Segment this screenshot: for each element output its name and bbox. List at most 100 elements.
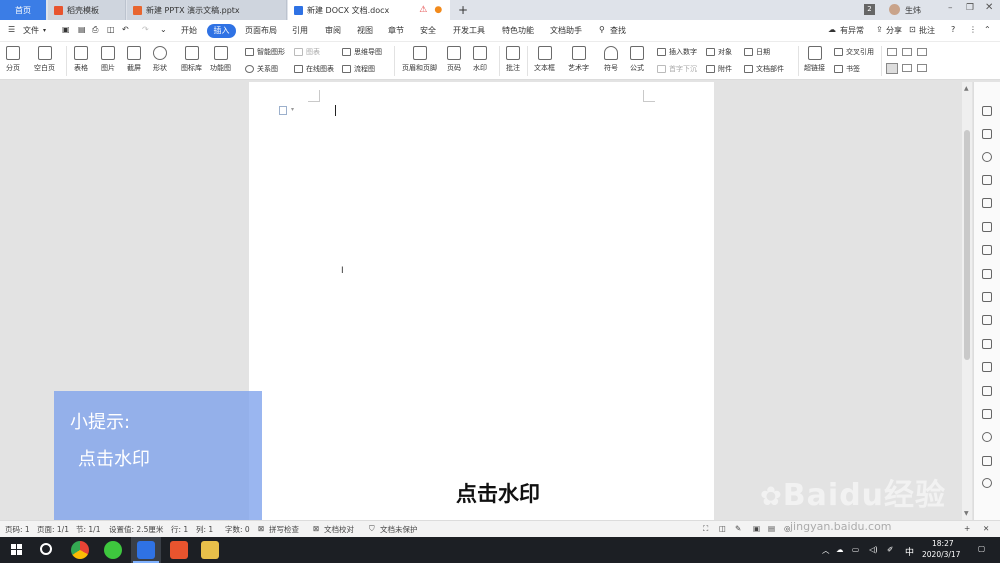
text-box-button[interactable]: 文本框 [534, 46, 555, 73]
menu-special[interactable]: 特色功能 [502, 25, 534, 36]
comment-button[interactable]: 批注 [919, 25, 935, 36]
image-icon[interactable] [982, 409, 992, 419]
export-icon[interactable]: ▤ [78, 25, 86, 34]
print-icon[interactable]: ⎙ [92, 25, 98, 35]
outline-view-icon[interactable]: ▤ [768, 524, 775, 533]
collapse-status-icon[interactable]: ✕ [983, 524, 989, 533]
menu-review[interactable]: 审阅 [325, 25, 341, 36]
layout-option-icon[interactable] [886, 63, 898, 74]
tray-up-icon[interactable]: ︿ [822, 545, 830, 556]
table-icon[interactable] [982, 222, 992, 232]
status-section[interactable]: 节: 1/1 [76, 524, 100, 535]
template-icon[interactable] [982, 456, 992, 466]
document-page[interactable]: ▾ I [249, 82, 714, 520]
cortana-search-icon[interactable] [40, 543, 52, 555]
wps-office-icon[interactable] [170, 541, 188, 559]
notification-icon[interactable]: ▢ [978, 544, 985, 553]
menu-view[interactable]: 视图 [357, 25, 373, 36]
screenshot-button[interactable]: 截屏 [127, 46, 141, 73]
share-button[interactable]: 分享 [886, 25, 902, 36]
proofread-button[interactable]: 文档校对 [324, 524, 354, 535]
status-col[interactable]: 列: 1 [196, 524, 213, 535]
grid-icon[interactable] [982, 245, 992, 255]
status-row[interactable]: 行: 1 [171, 524, 188, 535]
scroll-down-icon[interactable]: ▼ [964, 510, 969, 517]
layout-option-icon[interactable] [917, 64, 927, 72]
header-footer-button[interactable]: 页眉和页脚 [402, 46, 437, 73]
redo-icon[interactable]: ↷ [142, 25, 149, 34]
close-icon[interactable]: ✕ [985, 2, 993, 13]
shapes-icon[interactable] [982, 175, 992, 185]
paragraph-options-icon[interactable] [279, 106, 287, 115]
wps-writer-icon[interactable] [137, 541, 155, 559]
date-button[interactable]: 日期 [744, 47, 770, 57]
menu-page-layout[interactable]: 页面布局 [245, 25, 277, 36]
pen-icon[interactable]: ✎ [735, 524, 741, 533]
menu-developer[interactable]: 开发工具 [453, 25, 485, 36]
picture-button[interactable]: 图片 [101, 46, 115, 73]
tab-docer-templates[interactable]: 稻壳模板 [48, 0, 126, 20]
clock-time[interactable]: 18:27 [932, 539, 954, 548]
restore-icon[interactable]: ❐ [966, 3, 974, 13]
shape-button[interactable]: 形状 [153, 46, 167, 73]
page-view-icon[interactable]: ▣ [753, 524, 760, 533]
window-count-badge[interactable]: 2 [864, 4, 875, 15]
windows-start-icon[interactable] [11, 544, 23, 556]
relation-chart-button[interactable]: 关系图 [245, 64, 278, 74]
status-setting[interactable]: 设置值: 2.5厘米 [109, 524, 163, 535]
history-icon[interactable] [982, 478, 992, 488]
insert-number-button[interactable]: 插入数字 [657, 47, 697, 57]
flowchart-button[interactable]: 流程图 [342, 64, 375, 74]
new-tab-button[interactable]: + [458, 3, 468, 17]
export-icon[interactable] [982, 339, 992, 349]
object-button[interactable]: 对象 [706, 47, 732, 57]
mind-map-button[interactable]: 思维导图 [342, 47, 382, 57]
icon-library-button[interactable]: 图标库 [181, 46, 202, 73]
volume-icon[interactable]: ◁) [869, 545, 878, 554]
translate-icon[interactable] [982, 362, 992, 372]
sync-status[interactable]: 有异常 [840, 25, 864, 36]
hyperlink-button[interactable]: 超链接 [804, 46, 825, 73]
online-chart-button[interactable]: 在线图表 [294, 64, 334, 74]
vertical-scrollbar[interactable]: ▲ ▼ [962, 82, 972, 520]
chrome-icon[interactable] [71, 541, 89, 559]
tab-home[interactable]: 首页 [0, 0, 46, 20]
attachment-button[interactable]: 附件 [706, 64, 732, 74]
scroll-thumb[interactable] [964, 130, 970, 360]
menu-icon[interactable]: ☰ [8, 25, 15, 34]
box-icon[interactable] [982, 386, 992, 396]
formula-button[interactable]: 公式 [630, 46, 644, 73]
comment-insert-button[interactable]: 批注 [506, 46, 520, 73]
layout-option-icon[interactable] [902, 64, 912, 72]
blank-page-button[interactable]: 空白页 [34, 46, 55, 73]
file-explorer-icon[interactable] [201, 541, 219, 559]
zoom-in-icon[interactable]: + [964, 524, 970, 533]
tray-battery-icon[interactable]: ▭ [852, 545, 859, 554]
symbol-button[interactable]: 符号 [604, 46, 618, 73]
preview-icon[interactable]: ◫ [107, 25, 115, 34]
undo-icon[interactable]: ↶ [122, 25, 129, 34]
fullscreen-icon[interactable]: ⛶ [703, 524, 708, 534]
compass-icon[interactable] [982, 432, 992, 442]
clock-date[interactable]: 2020/3/17 [922, 550, 960, 559]
smart-graphic-button[interactable]: 智能图形 [245, 47, 285, 57]
ime-indicator[interactable]: 中 [905, 545, 914, 558]
save-icon[interactable]: ▣ [62, 25, 70, 34]
table-button[interactable]: 表格 [74, 46, 88, 73]
layers-icon[interactable] [982, 198, 992, 208]
avatar[interactable] [889, 4, 900, 15]
menu-chapter[interactable]: 章节 [388, 25, 404, 36]
layout-option-icon[interactable] [902, 48, 912, 56]
bar-chart-icon[interactable] [982, 269, 992, 279]
more-icon[interactable]: ⋮ [969, 25, 977, 34]
user-name[interactable]: 生炜 [905, 5, 921, 16]
scroll-up-icon[interactable]: ▲ [964, 85, 969, 92]
search-icon[interactable]: ⚲ [599, 25, 605, 34]
split-view-icon[interactable]: ◫ [719, 524, 726, 533]
menu-references[interactable]: 引用 [292, 25, 308, 36]
bookmark-button[interactable]: 书签 [834, 64, 860, 74]
page-break-button[interactable]: 分页 [6, 46, 20, 73]
wechat-icon[interactable] [104, 541, 122, 559]
tray-network-icon[interactable]: ☁ [836, 545, 844, 554]
function-chart-button[interactable]: 功能图 [210, 46, 231, 73]
